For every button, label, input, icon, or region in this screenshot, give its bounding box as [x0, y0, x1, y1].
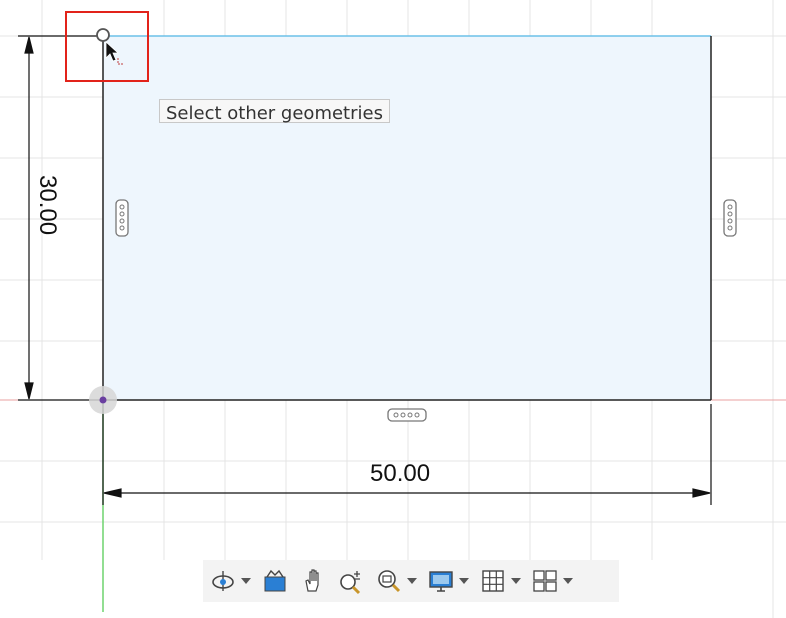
orbit-menu-caret[interactable] [239, 565, 253, 597]
annotation-highlight-box [65, 11, 149, 82]
fit-menu-caret[interactable] [405, 565, 419, 597]
origin-point[interactable] [89, 386, 117, 414]
vertical-constraint-icon[interactable] [115, 199, 129, 237]
pan-button[interactable] [297, 565, 329, 597]
fit-window-icon [378, 570, 401, 593]
look-at-icon [264, 569, 286, 592]
horizontal-dimension-value[interactable]: 50.00 [370, 460, 430, 488]
grid-menu-caret[interactable] [509, 565, 523, 597]
viewports-button[interactable] [529, 565, 561, 597]
sketch-canvas[interactable] [0, 0, 786, 618]
viewports-menu-caret[interactable] [561, 565, 575, 597]
vertical-dimension-value[interactable]: 30.00 [33, 175, 61, 235]
tooltip: Select other geometries [159, 99, 390, 124]
sketch-profile[interactable] [103, 36, 711, 400]
orbit-button[interactable] [207, 565, 239, 597]
vertical-constraint-icon[interactable] [723, 199, 737, 237]
fit-window-button[interactable] [373, 565, 405, 597]
grid-icon [482, 570, 504, 592]
viewports-icon [533, 570, 557, 592]
display-settings-button[interactable] [425, 565, 457, 597]
look-at-button[interactable] [259, 565, 291, 597]
grid-snaps-button[interactable] [477, 565, 509, 597]
orbit-icon [212, 571, 234, 591]
horizontal-constraint-icon[interactable] [387, 408, 427, 422]
zoom-button[interactable] [335, 565, 367, 597]
navigation-toolbar [203, 560, 619, 602]
display-menu-caret[interactable] [457, 565, 471, 597]
display-settings-icon [429, 571, 453, 592]
zoom-icon [340, 571, 361, 595]
pan-hand-icon [305, 569, 319, 592]
